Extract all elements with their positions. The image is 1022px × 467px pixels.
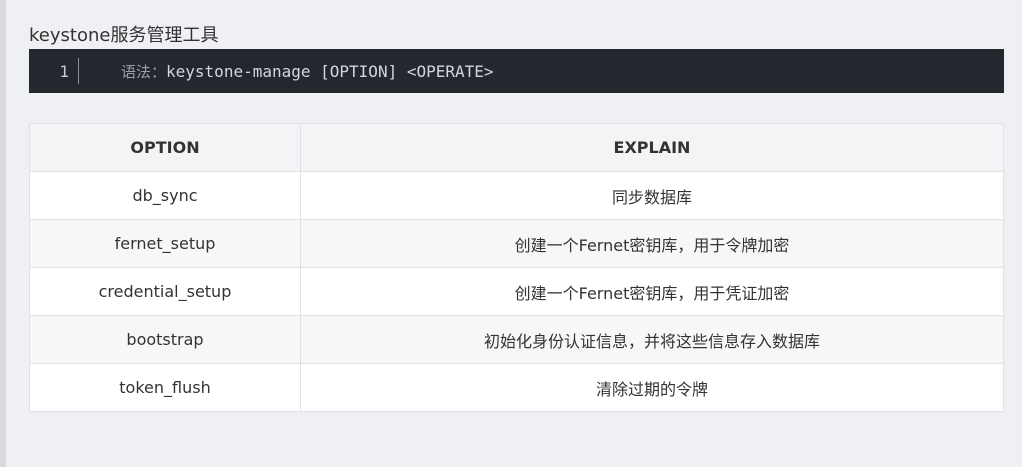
line-number: 1 <box>59 61 69 81</box>
option-cell: bootstrap <box>29 315 301 364</box>
table-row: bootstrap 初始化身份认证信息，并将这些信息存入数据库 <box>29 315 1004 364</box>
header-explain: EXPLAIN <box>300 123 1004 172</box>
table-row: fernet_setup 创建一个Fernet密钥库，用于令牌加密 <box>29 219 1004 268</box>
page-left-border <box>0 0 6 467</box>
table-row: token_flush 清除过期的令牌 <box>29 363 1004 412</box>
explain-cell: 创建一个Fernet密钥库，用于凭证加密 <box>300 267 1004 316</box>
option-cell: db_sync <box>29 171 301 220</box>
explain-cell: 清除过期的令牌 <box>300 363 1004 412</box>
code-prefix: 语法： <box>121 62 167 81</box>
table-row: credential_setup 创建一个Fernet密钥库，用于凭证加密 <box>29 267 1004 316</box>
explain-cell: 同步数据库 <box>300 171 1004 220</box>
option-cell: credential_setup <box>29 267 301 316</box>
code-command: keystone-manage [OPTION] <OPERATE> <box>166 61 494 81</box>
table-header-row: OPTION EXPLAIN <box>29 123 1004 172</box>
explain-cell: 初始化身份认证信息，并将这些信息存入数据库 <box>300 315 1004 364</box>
explain-cell: 创建一个Fernet密钥库，用于令牌加密 <box>300 219 1004 268</box>
code-line: 语法：keystone-manage [OPTION] <OPERATE> <box>79 61 494 82</box>
code-block: 1 语法：keystone-manage [OPTION] <OPERATE> <box>29 49 1004 93</box>
section-heading: keystone服务管理工具 <box>29 25 219 46</box>
header-option: OPTION <box>29 123 301 172</box>
options-table: OPTION EXPLAIN db_sync 同步数据库 fernet_setu… <box>29 123 1004 412</box>
table-row: db_sync 同步数据库 <box>29 171 1004 220</box>
option-cell: fernet_setup <box>29 219 301 268</box>
article-content: keystone服务管理工具 1 语法：keystone-manage [OPT… <box>29 0 1004 412</box>
option-cell: token_flush <box>29 363 301 412</box>
